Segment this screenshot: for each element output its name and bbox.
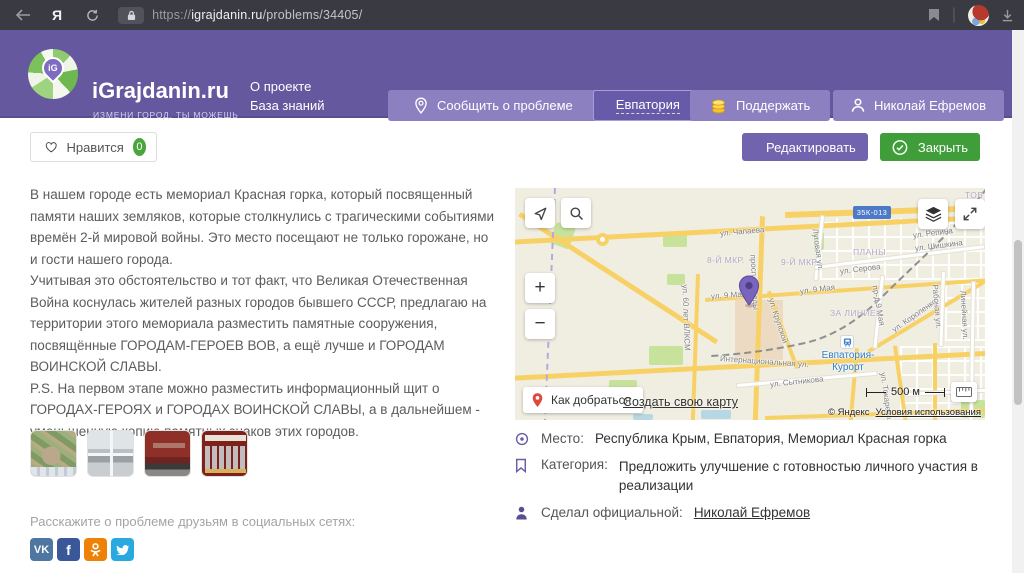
twitter-share-icon[interactable] bbox=[111, 538, 134, 561]
map-layers-button[interactable] bbox=[918, 199, 948, 229]
share-buttons: VK f bbox=[30, 538, 134, 561]
place-label: Место: bbox=[541, 431, 584, 446]
station-label: Евпатория-Курорт bbox=[807, 350, 889, 374]
header-nav: О проекте База знаний Партнёры bbox=[250, 78, 325, 134]
zoom-out-button[interactable]: − bbox=[525, 309, 555, 339]
bookmark-category-icon bbox=[515, 458, 530, 476]
close-label: Закрыть bbox=[918, 140, 968, 155]
district-label: ПЛАНЫ bbox=[853, 247, 886, 257]
geolocate-button[interactable] bbox=[525, 198, 555, 228]
user-menu-button[interactable]: Николай Ефремов bbox=[833, 90, 1004, 121]
category-row: Категория: Предложить улучшение с готовн… bbox=[515, 457, 985, 495]
road-number-badge: 35К-013 bbox=[853, 206, 891, 219]
scale-bar-right bbox=[925, 392, 945, 393]
zoom-in-button[interactable]: + bbox=[525, 273, 555, 303]
map-search-button[interactable] bbox=[561, 198, 591, 228]
reload-icon[interactable] bbox=[82, 9, 102, 22]
close-problem-button[interactable]: Закрыть bbox=[880, 133, 980, 161]
check-circle-icon bbox=[892, 139, 908, 156]
address-bar[interactable]: https://igrajdanin.ru/problems/34405/ bbox=[152, 8, 362, 22]
like-label: Нравится bbox=[66, 140, 123, 155]
map-copyright: © Яндекс bbox=[828, 407, 870, 418]
official-label: Сделал официальной: bbox=[541, 505, 683, 520]
support-button[interactable]: Поддержать bbox=[690, 90, 830, 121]
photo-thumbnail-collage[interactable] bbox=[87, 430, 134, 477]
district-label: 8-Й МКР. bbox=[707, 255, 745, 265]
photo-thumbnails bbox=[30, 430, 248, 477]
vk-share-icon[interactable]: VK bbox=[30, 538, 53, 561]
poster-grid bbox=[205, 446, 246, 470]
facebook-share-icon[interactable]: f bbox=[57, 538, 80, 561]
district-label: 9-Й МКР. bbox=[781, 257, 819, 267]
photo-thumbnail-satellite[interactable] bbox=[30, 430, 77, 477]
like-count-badge: 0 bbox=[133, 138, 146, 156]
odnoklassniki-share-icon[interactable] bbox=[84, 538, 107, 561]
browser-toolbar: Я https://igrajdanin.ru/problems/34405/ … bbox=[0, 0, 1024, 30]
directions-label: Как добраться bbox=[551, 393, 631, 407]
page-scrollbar-thumb[interactable] bbox=[1014, 240, 1022, 405]
place-value: Республика Крым, Евпатория, Мемориал Кра… bbox=[595, 431, 947, 446]
download-icon[interactable] bbox=[1001, 9, 1014, 22]
coins-icon bbox=[710, 98, 727, 114]
description-paragraph: В нашем городе есть мемориал Красная гор… bbox=[30, 184, 497, 270]
map-attribution: © Яндекс Условия использования bbox=[828, 407, 981, 418]
pin-icon bbox=[414, 97, 428, 114]
category-value: Предложить улучшение с готовностью лично… bbox=[619, 457, 984, 495]
terms-link[interactable]: Условия использования bbox=[876, 407, 981, 418]
photo-thumbnail-memorial[interactable] bbox=[144, 430, 191, 477]
scale-label: 500 м bbox=[891, 386, 920, 398]
user-name-label: Николай Ефремов bbox=[874, 98, 986, 113]
person-icon bbox=[515, 506, 530, 523]
site-header: iG iGrajdanin.ru ИЗМЕНИ ГОРОД. ТЫ МОЖЕШЬ… bbox=[0, 30, 1024, 118]
problem-location-marker[interactable] bbox=[737, 275, 761, 313]
poster-footer bbox=[205, 469, 246, 473]
city-selector[interactable]: Евпатория bbox=[593, 90, 703, 121]
target-icon bbox=[515, 432, 530, 449]
problem-description: В нашем городе есть мемориал Красная гор… bbox=[30, 184, 497, 442]
nav-partners[interactable]: Партнёры bbox=[250, 115, 325, 134]
train-station-icon bbox=[841, 336, 853, 348]
red-pin-icon bbox=[531, 392, 544, 408]
url-domain: igrajdanin.ru bbox=[191, 8, 262, 22]
ruler-button[interactable] bbox=[951, 382, 977, 402]
bookmark-icon[interactable] bbox=[928, 8, 940, 22]
report-problem-label: Сообщить о проблеме bbox=[437, 98, 573, 113]
heart-icon bbox=[45, 140, 57, 155]
category-label: Категория: bbox=[541, 457, 608, 472]
map-fullscreen-button[interactable] bbox=[955, 199, 985, 229]
photo-thumbnail-poster[interactable] bbox=[201, 430, 248, 477]
official-user-link[interactable]: Николай Ефремов bbox=[694, 505, 810, 520]
place-row: Место: Республика Крым, Евпатория, Мемор… bbox=[515, 431, 985, 449]
city-label: Евпатория bbox=[616, 97, 680, 114]
scale-bar-left bbox=[866, 392, 886, 393]
page-scrollbar-track[interactable] bbox=[1012, 30, 1024, 573]
nav-knowledge-base[interactable]: База знаний bbox=[250, 97, 325, 116]
lock-icon[interactable] bbox=[118, 7, 144, 24]
support-label: Поддержать bbox=[736, 98, 810, 113]
map-widget[interactable]: 8-Й МКР. 9-Й МКР. ПЛАНЫ ЗА ЛИНИЕЙ ТОВ ул… bbox=[515, 188, 985, 420]
brand-tagline: ИЗМЕНИ ГОРОД. ТЫ МОЖЕШЬ bbox=[93, 110, 239, 120]
user-icon bbox=[851, 98, 865, 113]
page: Я https://igrajdanin.ru/problems/34405/ … bbox=[0, 0, 1024, 573]
nav-about[interactable]: О проекте bbox=[250, 78, 325, 97]
back-icon[interactable] bbox=[12, 9, 34, 21]
url-scheme: https:// bbox=[152, 8, 191, 22]
create-map-link[interactable]: Создать свою карту bbox=[623, 395, 738, 409]
edit-label: Редактировать bbox=[766, 140, 856, 155]
profile-avatar[interactable] bbox=[968, 5, 989, 26]
url-path: /problems/34405/ bbox=[263, 8, 363, 22]
edit-button[interactable]: Редактировать bbox=[742, 133, 868, 161]
poster-title-strip bbox=[205, 435, 246, 441]
description-paragraph: Учитывая это обстоятельство и тот факт, … bbox=[30, 270, 497, 378]
yandex-browser-icon[interactable]: Я bbox=[52, 7, 62, 23]
like-button[interactable]: Нравится 0 bbox=[30, 132, 157, 162]
brand-name[interactable]: iGrajdanin.ru bbox=[92, 78, 229, 104]
official-row: Сделал официальной: Николай Ефремов bbox=[515, 505, 985, 523]
site-logo[interactable]: iG bbox=[28, 49, 78, 99]
report-problem-button[interactable]: Сообщить о проблеме Евпатория bbox=[388, 90, 703, 121]
map-scale: 500 м bbox=[866, 386, 945, 398]
logo-pin-icon: iG bbox=[37, 52, 68, 83]
share-label: Расскажите о проблеме друзьям в социальн… bbox=[30, 514, 355, 529]
